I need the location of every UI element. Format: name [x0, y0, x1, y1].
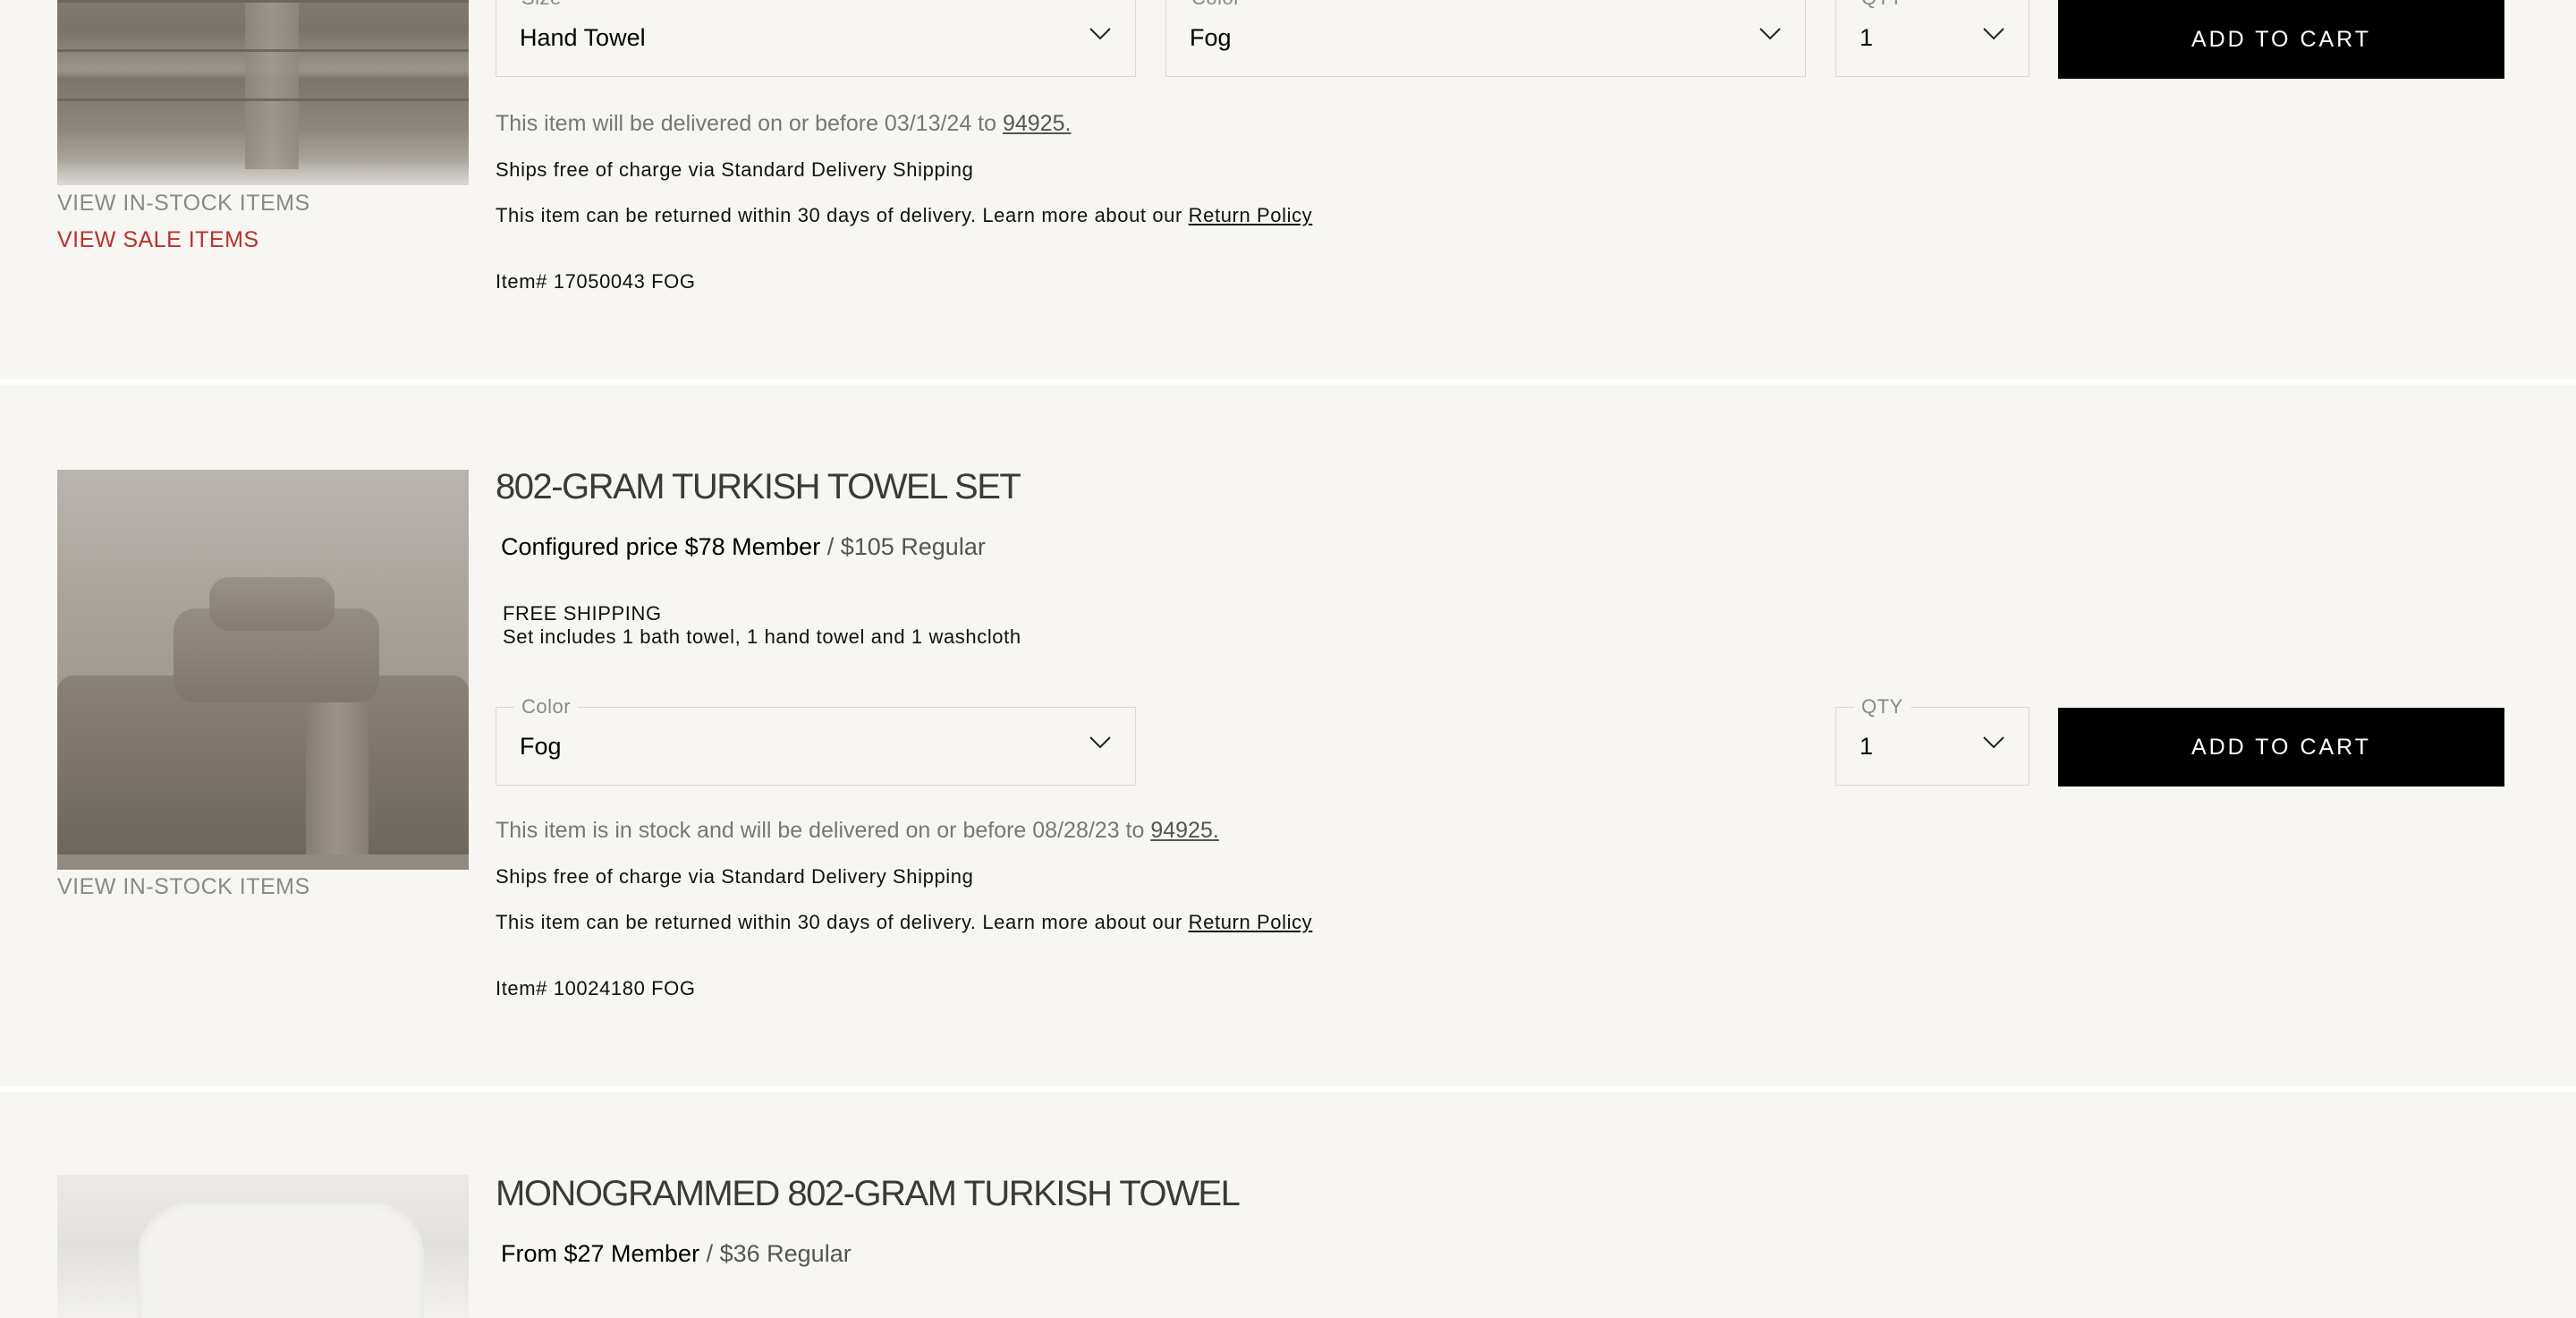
regular-price: / $36 Regular	[706, 1240, 852, 1267]
size-select[interactable]: Size Hand Towel	[496, 0, 1136, 77]
delivery-text: This item will be delivered on or before…	[496, 111, 997, 136]
section-divider	[0, 1086, 2576, 1092]
regular-price: / $105 Regular	[826, 533, 986, 560]
member-price: Configured price $78 Member	[501, 533, 821, 560]
add-to-cart-button[interactable]: ADD TO CART	[2058, 0, 2504, 79]
qty-value: 1	[1860, 733, 1874, 760]
zip-code-link[interactable]: 94925.	[1150, 818, 1218, 843]
chevron-down-icon	[1089, 28, 1111, 40]
free-shipping-badge: FREE SHIPPING	[503, 602, 662, 625]
view-in-stock-link[interactable]: VIEW IN-STOCK ITEMS	[57, 874, 310, 900]
qty-value: 1	[1860, 24, 1874, 51]
view-sale-items-link[interactable]: VIEW SALE ITEMS	[57, 227, 259, 253]
color-select[interactable]: Color Fog	[496, 695, 1136, 786]
qty-select[interactable]: QTY 1	[1835, 695, 2029, 786]
delivery-text: This item is in stock and will be delive…	[496, 818, 1145, 843]
price-line: From $27 Member / $36 Regular	[501, 1240, 852, 1268]
size-value: Hand Towel	[520, 24, 646, 51]
size-label: Size	[514, 0, 569, 10]
qty-label: QTY	[1854, 0, 1911, 10]
zip-code-link[interactable]: 94925.	[1003, 111, 1071, 136]
view-in-stock-link[interactable]: VIEW IN-STOCK ITEMS	[57, 191, 310, 217]
shipping-info: Ships free of charge via Standard Delive…	[496, 865, 974, 888]
color-value: Fog	[520, 733, 562, 760]
return-policy-link[interactable]: Return Policy	[1189, 911, 1313, 933]
product-notes: FREE SHIPPING Set includes 1 bath towel,…	[503, 602, 1021, 649]
color-value: Fog	[1190, 24, 1232, 51]
delivery-info: This item is in stock and will be delive…	[496, 818, 1219, 844]
item-number: Item# 10024180 FOG	[496, 977, 696, 999]
delivery-info: This item will be delivered on or before…	[496, 111, 1071, 137]
returns-text: This item can be returned within 30 days…	[496, 911, 1182, 933]
shipping-info: Ships free of charge via Standard Delive…	[496, 158, 974, 181]
item-number: Item# 17050043 FOG	[496, 270, 696, 293]
product-title[interactable]: MONOGRAMMED 802-GRAM TURKISH TOWEL	[496, 1174, 1241, 1214]
product-title[interactable]: 802-GRAM TURKISH TOWEL SET	[496, 467, 1021, 507]
qty-label: QTY	[1854, 695, 1911, 719]
section-divider	[0, 379, 2576, 385]
set-description: Set includes 1 bath towel, 1 hand towel …	[503, 625, 1021, 648]
return-policy-link[interactable]: Return Policy	[1189, 204, 1313, 226]
add-to-cart-button[interactable]: ADD TO CART	[2058, 708, 2504, 787]
product-image-hand-towel[interactable]	[57, 0, 469, 185]
product-image-towel-set[interactable]	[57, 470, 469, 870]
returns-text: This item can be returned within 30 days…	[496, 204, 1182, 226]
chevron-down-icon	[1089, 736, 1111, 749]
chevron-down-icon	[1983, 28, 2004, 40]
price-line: Configured price $78 Member / $105 Regul…	[501, 533, 986, 561]
qty-select[interactable]: QTY 1	[1835, 0, 2029, 77]
color-select[interactable]: Color Fog	[1165, 0, 1806, 77]
chevron-down-icon	[1983, 736, 2004, 749]
returns-info: This item can be returned within 30 days…	[496, 204, 1312, 227]
chevron-down-icon	[1759, 28, 1781, 40]
member-price: From $27 Member	[501, 1240, 700, 1267]
product-image-monogrammed-towel[interactable]	[57, 1175, 469, 1318]
color-label: Color	[1184, 0, 1249, 10]
color-label: Color	[514, 695, 579, 719]
returns-info: This item can be returned within 30 days…	[496, 911, 1312, 934]
